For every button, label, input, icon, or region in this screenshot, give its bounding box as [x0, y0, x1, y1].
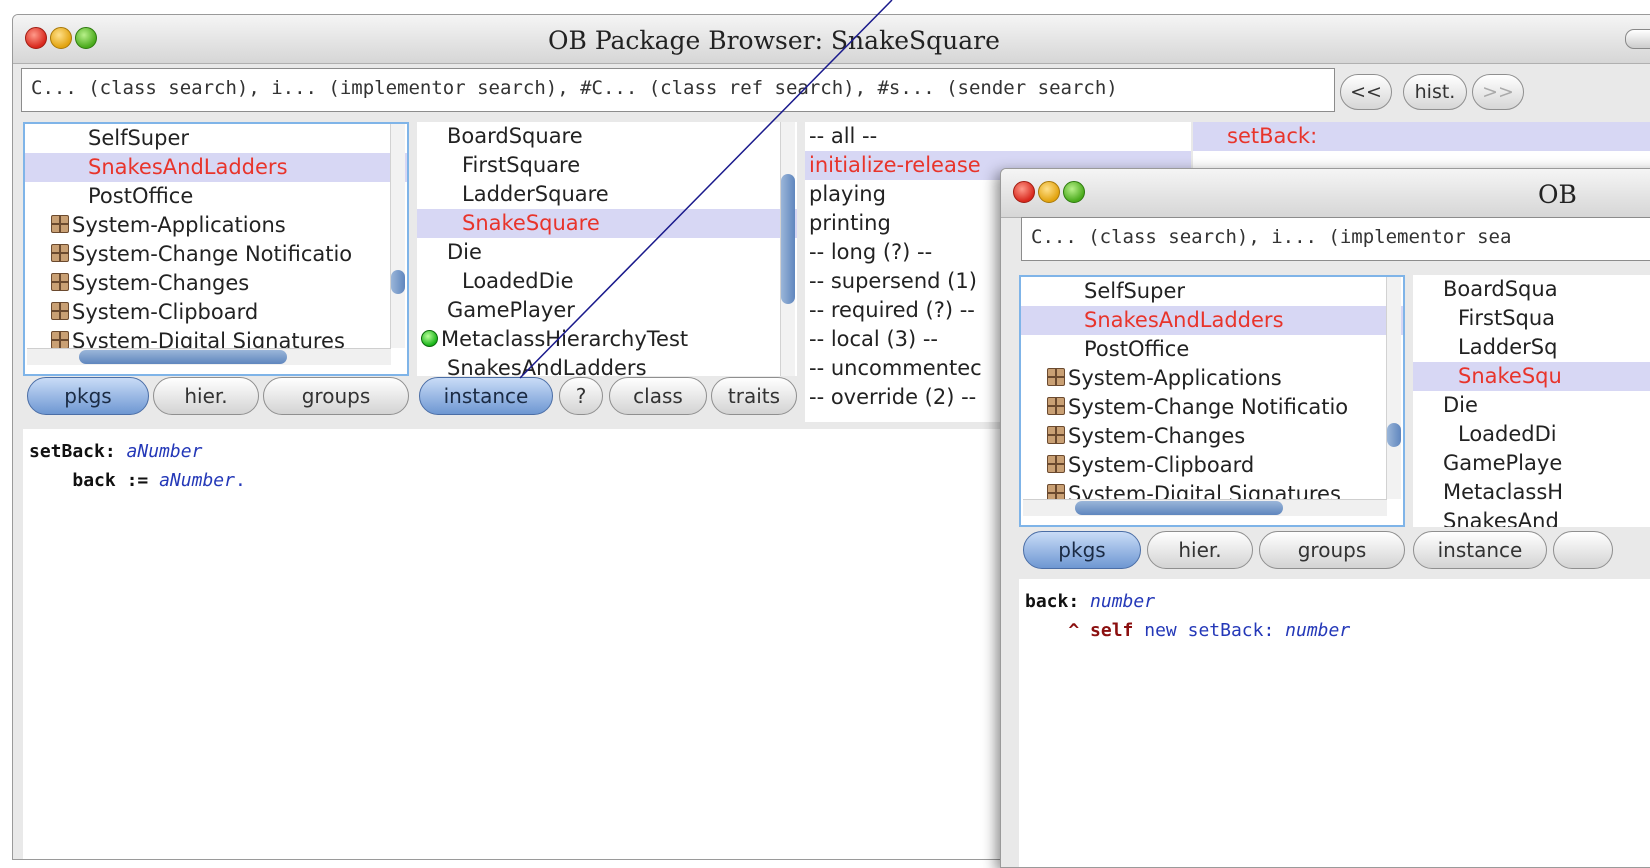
annotation-pointer-line [519, 0, 893, 379]
annotation-line-layer [519, 0, 893, 379]
